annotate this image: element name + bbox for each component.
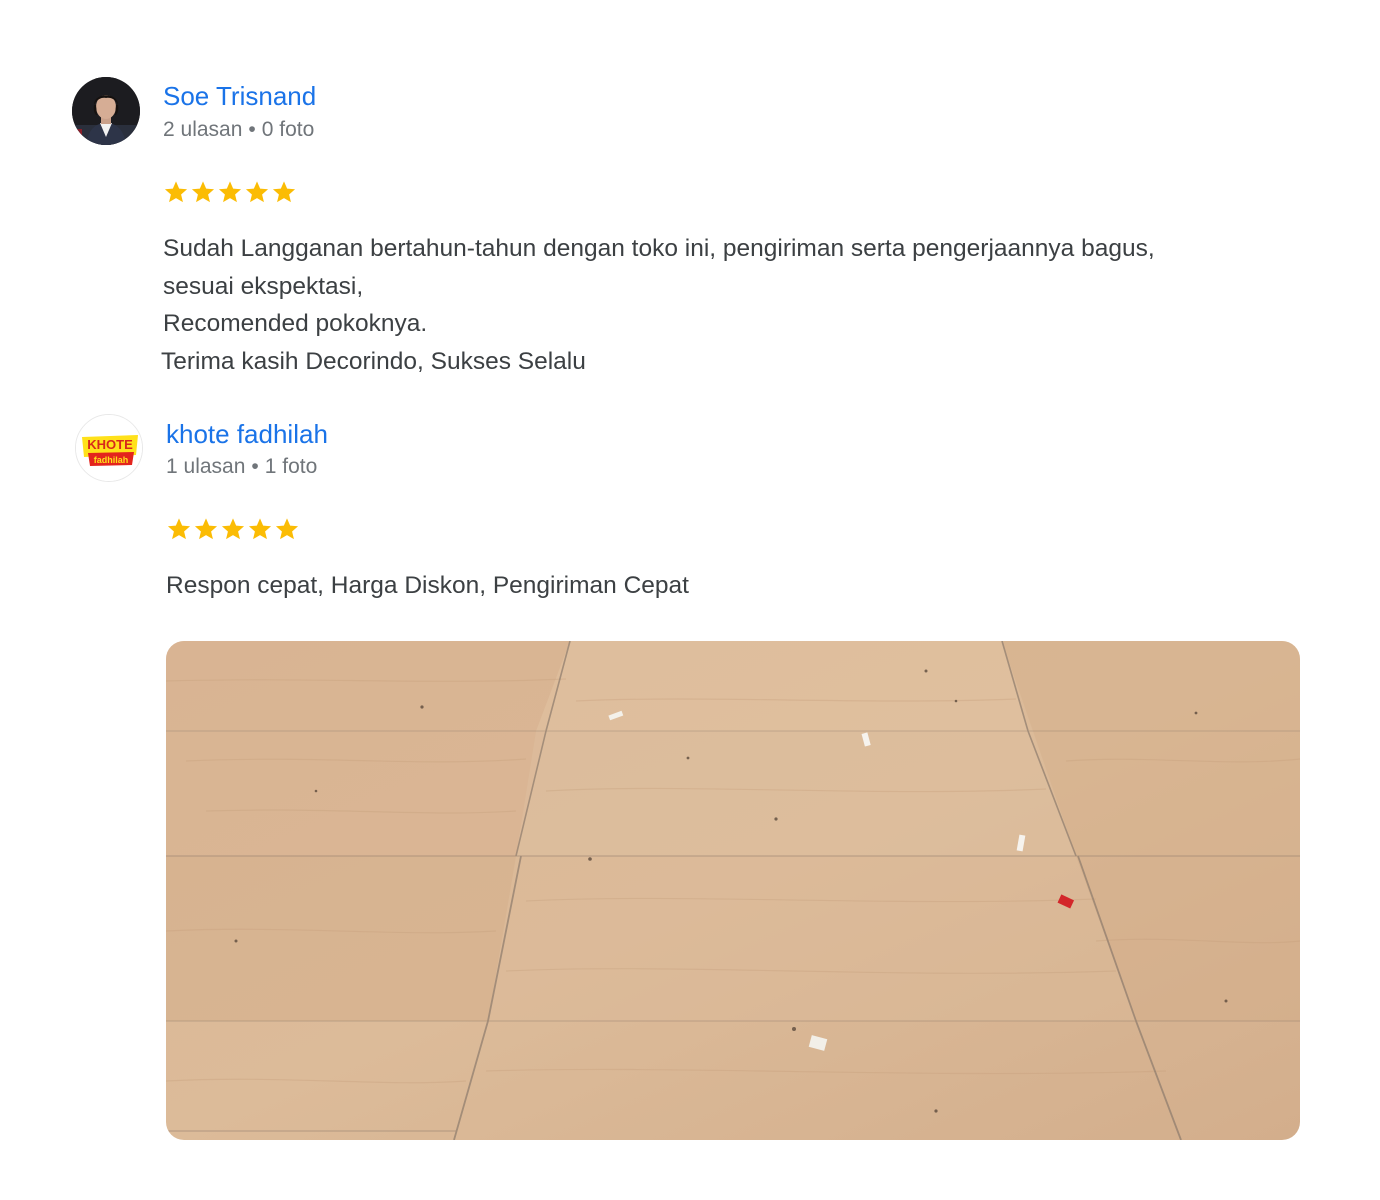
star-icon (248, 518, 272, 540)
review-text: Sudah Langganan bertahun-tahun dengan to… (161, 230, 1155, 380)
photos-count: 1 foto (264, 455, 318, 478)
logo-text-top: KHOTE (87, 437, 133, 452)
star-icon (275, 518, 299, 540)
star-icon (272, 181, 296, 203)
review-text-line: sesuai ekspektasi, (163, 272, 364, 300)
avatar[interactable] (72, 77, 140, 145)
star-icon (167, 518, 191, 540)
avatar-photo (72, 77, 140, 145)
separator-dot: • (251, 455, 259, 478)
wood-floor-photo (166, 641, 1300, 1140)
star-rating (166, 516, 300, 542)
photos-count: 0 foto (261, 118, 315, 141)
review-text-line: Respon cepat, Harga Diskon, Pengiriman C… (166, 572, 689, 599)
star-icon (164, 181, 188, 203)
logo-text-bottom: fadhilah (94, 455, 129, 465)
author-stats: 2 ulasan • 0 foto (163, 116, 314, 144)
reviews-count: 2 ulasan (163, 118, 243, 141)
khote-logo-icon: KHOTE fadhilah (76, 415, 142, 481)
review-photo[interactable] (166, 641, 1300, 1140)
review-text-line: Recomended pokoknya. (163, 310, 428, 337)
avatar[interactable]: KHOTE fadhilah (75, 414, 143, 482)
author-stats: 1 ulasan • 1 foto (166, 453, 317, 481)
review-text: Respon cepat, Harga Diskon, Pengiriman C… (166, 567, 689, 605)
author-name-link[interactable]: khote fadhilah (166, 418, 328, 450)
separator-dot: • (248, 118, 256, 141)
review-text-line: Sudah Langganan bertahun-tahun dengan to… (163, 235, 1155, 262)
star-icon (191, 181, 215, 203)
review-text-line: Terima kasih Decorindo, Sukses Selalu (161, 347, 586, 375)
star-icon (218, 181, 242, 203)
star-rating (163, 179, 297, 205)
star-icon (221, 518, 245, 540)
author-name-link[interactable]: Soe Trisnand (163, 80, 316, 112)
star-icon (194, 518, 218, 540)
star-icon (245, 181, 269, 203)
reviews-count: 1 ulasan (166, 455, 246, 478)
